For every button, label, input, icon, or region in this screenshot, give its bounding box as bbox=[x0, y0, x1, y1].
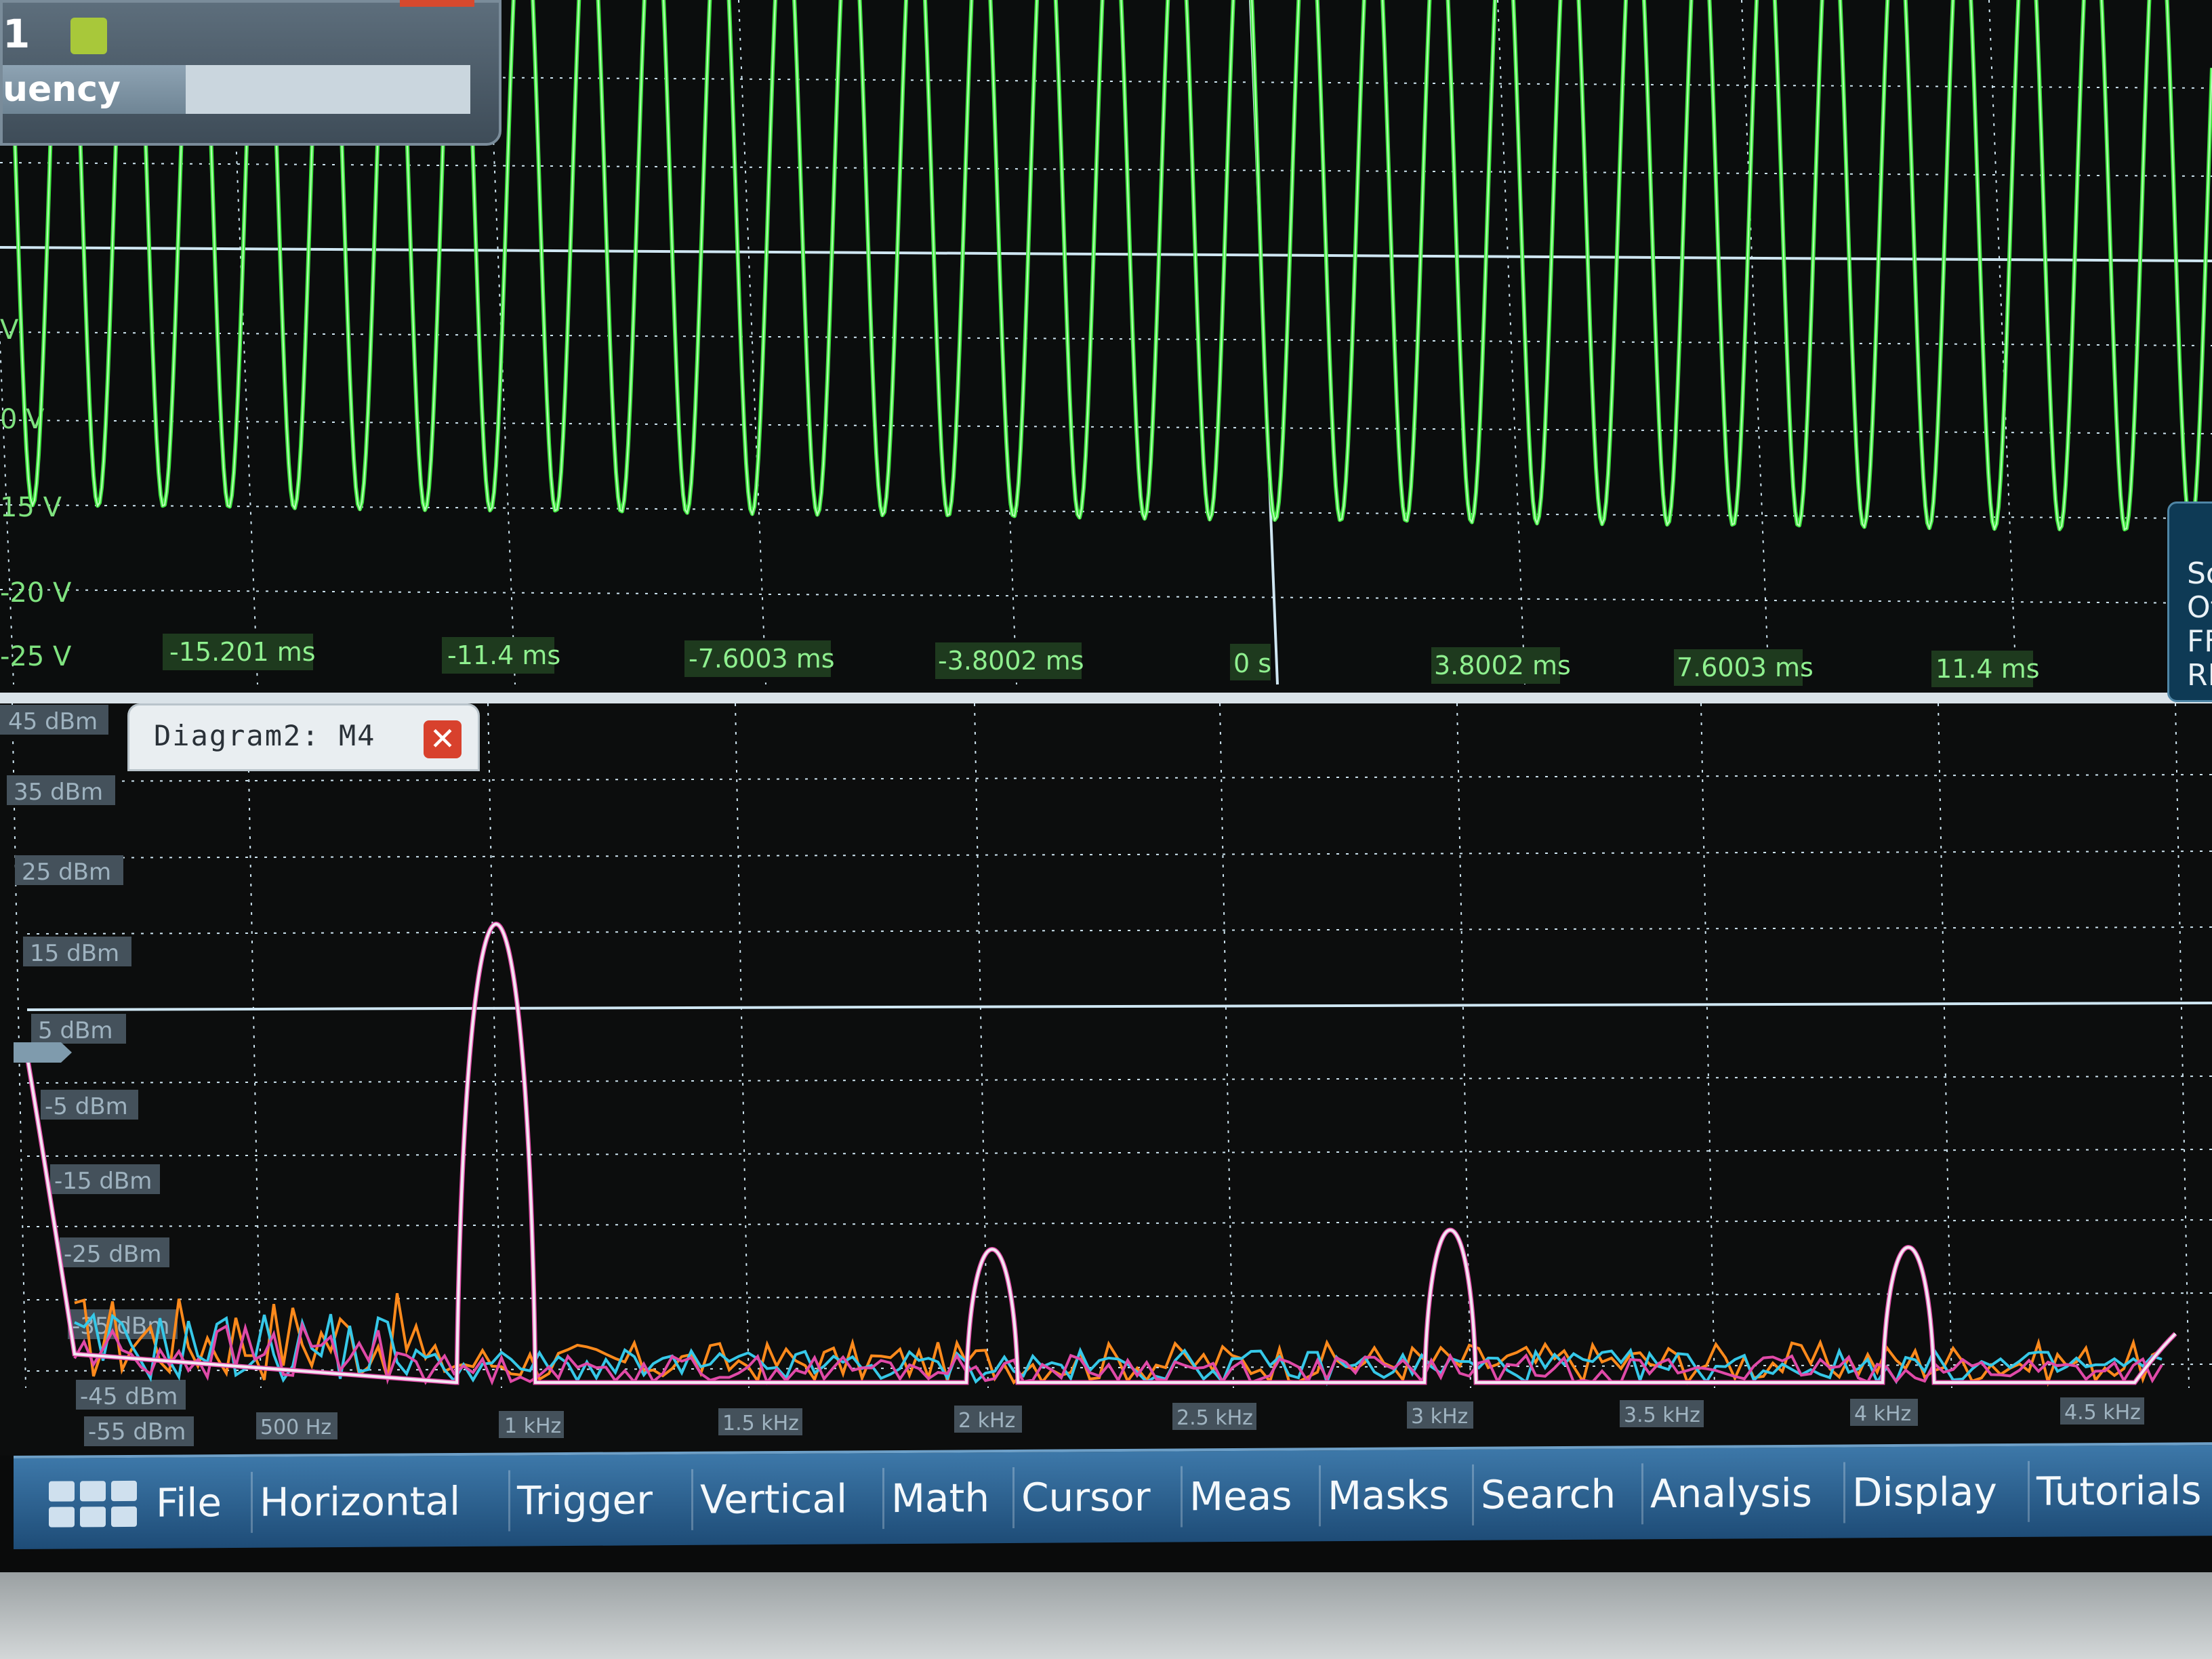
spectrum-diagram[interactable]: 45 dBm 35 dBm 25 dBm 15 dBm 5 dBm -5 dBm… bbox=[0, 703, 2212, 1456]
svg-text:4.5 kHz: 4.5 kHz bbox=[2064, 1401, 2141, 1425]
freq-label-1: 500 Hz bbox=[256, 1412, 337, 1439]
svg-text:3 kHz: 3 kHz bbox=[1411, 1405, 1468, 1429]
menu-file[interactable]: File bbox=[149, 1472, 228, 1534]
svg-text:45 dBm: 45 dBm bbox=[8, 708, 98, 735]
svg-text:5 dBm: 5 dBm bbox=[38, 1017, 112, 1044]
svg-text:1.5 kHz: 1.5 kHz bbox=[722, 1412, 799, 1435]
device-bezel bbox=[0, 1572, 2212, 1659]
measurement-close-icon[interactable] bbox=[400, 0, 474, 7]
svg-text:-55 dBm: -55 dBm bbox=[88, 1418, 186, 1446]
time-label-5: 0 s bbox=[1233, 649, 1271, 678]
svg-text:3.5 kHz: 3.5 kHz bbox=[1624, 1404, 1700, 1427]
freq-label-3: 1.5 kHz bbox=[718, 1408, 802, 1435]
time-label-1: -15.201 ms bbox=[169, 637, 316, 667]
menu-analysis[interactable]: Analysis bbox=[1641, 1462, 1819, 1525]
menu-horizontal[interactable]: Horizontal bbox=[251, 1470, 468, 1533]
dbm-label-6: -5 dBm bbox=[41, 1090, 138, 1120]
dbm-label-7: -15 dBm bbox=[50, 1164, 160, 1195]
time-label-4: -3.8002 ms bbox=[938, 646, 1084, 676]
svg-text:500 Hz: 500 Hz bbox=[260, 1416, 331, 1439]
reference-level-marker[interactable] bbox=[14, 1042, 72, 1063]
freq-label-5: 2.5 kHz bbox=[1172, 1403, 1256, 1430]
dbm-label-3: 25 dBm bbox=[15, 855, 123, 886]
dbm-label-8: -25 dBm bbox=[60, 1237, 169, 1268]
svg-text:35 dBm: 35 dBm bbox=[14, 779, 103, 806]
signal-info-panel[interactable]: Sc Of FF RB bbox=[2167, 501, 2212, 702]
menu-meas[interactable]: Meas bbox=[1181, 1465, 1299, 1528]
freq-label-2: 1 kHz bbox=[499, 1411, 564, 1438]
side-panel-line-1: Sc bbox=[2187, 556, 2212, 591]
dbm-label-4: 15 dBm bbox=[23, 937, 131, 967]
freq-label-4: 2 kHz bbox=[954, 1406, 1022, 1433]
side-panel-line-4: RB bbox=[2187, 658, 2212, 693]
diagram2-tab[interactable]: Diagram2: M4 ✕ bbox=[127, 703, 480, 771]
oscilloscope-screen: V 0 V 15 V -20 V -25 V -15.201 ms -11.4 … bbox=[0, 0, 2212, 1572]
dbm-label-2: 35 dBm bbox=[7, 775, 115, 806]
time-label-6: 3.8002 ms bbox=[1434, 651, 1571, 680]
dbm-label-1: 45 dBm bbox=[0, 705, 108, 735]
time-label-2: -11.4 ms bbox=[447, 640, 560, 670]
svg-text:-25 dBm: -25 dBm bbox=[64, 1241, 161, 1268]
dbm-label-5: 5 dBm bbox=[31, 1014, 126, 1044]
measurement-label: uency bbox=[3, 69, 121, 110]
svg-text:2.5 kHz: 2.5 kHz bbox=[1176, 1406, 1253, 1430]
svg-text:-5 dBm: -5 dBm bbox=[45, 1093, 128, 1120]
dbm-label-10: -45 dBm bbox=[76, 1380, 186, 1410]
menu-masks[interactable]: Masks bbox=[1319, 1464, 1456, 1527]
svg-text:-45 dBm: -45 dBm bbox=[80, 1383, 178, 1410]
svg-text:15 dBm: 15 dBm bbox=[30, 940, 119, 967]
svg-text:-15 dBm: -15 dBm bbox=[54, 1168, 152, 1195]
time-label-3: -7.6003 ms bbox=[689, 644, 835, 674]
channel-number: 1 bbox=[3, 11, 30, 57]
time-label-7: 7.6003 ms bbox=[1677, 653, 1814, 682]
voltage-label-4: -20 V bbox=[0, 577, 72, 609]
diagram2-tab-title: Diagram2: M4 bbox=[154, 719, 376, 752]
svg-text:1 kHz: 1 kHz bbox=[504, 1414, 561, 1438]
panel-divider[interactable] bbox=[0, 693, 2212, 703]
freq-label-8: 4 kHz bbox=[1850, 1399, 1918, 1426]
side-panel-line-3: FF bbox=[2187, 624, 2212, 659]
time-label-8: 11.4 ms bbox=[1936, 654, 2040, 684]
side-panel-line-2: Of bbox=[2187, 590, 2212, 625]
voltage-label-5: -25 V bbox=[0, 641, 72, 672]
close-icon[interactable]: ✕ bbox=[424, 720, 462, 758]
freq-label-9: 4.5 kHz bbox=[2060, 1397, 2144, 1425]
menu-math[interactable]: Math bbox=[882, 1467, 997, 1530]
channel-toggle-icon[interactable] bbox=[70, 18, 107, 54]
voltage-label-1: V bbox=[0, 314, 19, 346]
menu-search[interactable]: Search bbox=[1472, 1463, 1623, 1525]
menu-vertical[interactable]: Vertical bbox=[691, 1468, 855, 1530]
svg-text:2 kHz: 2 kHz bbox=[958, 1409, 1015, 1433]
menu-tutorials[interactable]: Tutorials bbox=[2028, 1460, 2209, 1522]
menu-display[interactable]: Display bbox=[1843, 1461, 2004, 1523]
measurement-panel[interactable]: 1 uency bbox=[0, 0, 501, 146]
menu-trigger[interactable]: Trigger bbox=[508, 1469, 660, 1532]
menu-bar: File Horizontal Trigger Vertical Math Cu… bbox=[14, 1442, 2212, 1549]
svg-text:25 dBm: 25 dBm bbox=[22, 859, 111, 886]
menu-cursor[interactable]: Cursor bbox=[1012, 1466, 1158, 1528]
dbm-label-11: -55 dBm bbox=[84, 1416, 194, 1446]
freq-label-7: 3.5 kHz bbox=[1620, 1400, 1704, 1427]
freq-label-6: 3 kHz bbox=[1407, 1401, 1473, 1429]
app-grid-icon[interactable] bbox=[49, 1480, 140, 1529]
svg-text:4 kHz: 4 kHz bbox=[1854, 1402, 1911, 1426]
